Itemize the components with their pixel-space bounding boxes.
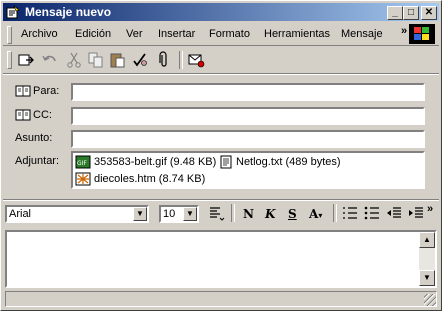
font-name-value: Arial (9, 208, 32, 220)
italic-icon[interactable]: K (265, 207, 275, 221)
menu-bar: Archivo Edición Ver Insertar Formato Her… (3, 23, 439, 46)
scroll-up-button[interactable]: ▲ (419, 232, 435, 248)
format-overflow-chevron[interactable]: » (427, 203, 433, 215)
formatting-toolbar: Arial ▼ 10 ▼ N K S A▾ » (3, 199, 439, 226)
resize-grip[interactable] (424, 294, 436, 306)
toolbar-separator (231, 204, 235, 222)
html-file-icon (75, 172, 91, 186)
font-size-value: 10 (163, 208, 176, 220)
menu-edicion[interactable]: Edición (75, 28, 111, 40)
copy-icon[interactable] (87, 51, 105, 69)
close-button[interactable]: ✕ (421, 6, 437, 20)
gif-file-icon: GIF (75, 155, 91, 169)
address-book-icon[interactable] (15, 109, 31, 121)
paste-icon[interactable] (109, 51, 127, 69)
maximize-button[interactable]: □ (403, 6, 419, 20)
attach-icon[interactable] (155, 51, 173, 69)
sign-icon[interactable] (187, 51, 205, 69)
address-book-icon[interactable] (15, 85, 31, 97)
to-field[interactable] (71, 83, 425, 101)
undo-icon[interactable] (41, 51, 59, 69)
to-label[interactable]: Para: (15, 85, 59, 97)
attachment-item[interactable]: diecoles.htm (8.74 KB) (75, 172, 205, 186)
send-icon[interactable] (17, 51, 35, 69)
menu-overflow-chevron[interactable]: » (401, 25, 407, 37)
paragraph-style-icon[interactable] (207, 204, 225, 222)
menu-mensaje[interactable]: Mensaje (341, 28, 383, 40)
check-names-icon[interactable] (131, 51, 149, 69)
new-mail-icon (6, 5, 20, 19)
increase-indent-icon[interactable] (407, 204, 425, 222)
font-name-select[interactable]: Arial ▼ (5, 205, 149, 223)
mail-window: Mensaje nuevo _ □ ✕ Archivo Edición Ver … (0, 0, 442, 311)
svg-text:GIF: GIF (77, 160, 87, 167)
attachments-box: GIF 353583-belt.gif (9.48 KB) Netlog.txt… (71, 151, 425, 189)
menu-archivo[interactable]: Archivo (21, 28, 58, 40)
text-file-icon (220, 155, 232, 169)
standard-toolbar (3, 47, 439, 74)
menu-grip[interactable] (7, 26, 12, 44)
chevron-down-icon[interactable]: ▼ (183, 207, 197, 221)
status-bar (5, 291, 437, 307)
minimize-button[interactable]: _ (387, 6, 403, 20)
underline-icon[interactable]: S (288, 207, 297, 221)
windows-logo-icon (409, 24, 435, 44)
bold-icon[interactable]: N (243, 207, 254, 221)
attachment-item[interactable]: Netlog.txt (489 bytes) (219, 155, 341, 169)
font-size-select[interactable]: 10 ▼ (159, 205, 199, 223)
font-color-icon[interactable]: A▾ (309, 207, 322, 221)
bullet-list-icon[interactable] (363, 204, 381, 222)
toolbar-grip[interactable] (7, 51, 12, 69)
attachment-item[interactable]: GIF 353583-belt.gif (9.48 KB) (75, 155, 216, 169)
menu-insertar[interactable]: Insertar (158, 28, 195, 40)
subject-field[interactable] (71, 130, 425, 148)
chevron-down-icon[interactable]: ▼ (133, 207, 147, 221)
numbered-list-icon[interactable] (341, 204, 359, 222)
cc-label[interactable]: CC: (15, 109, 52, 121)
attach-label: Adjuntar: (15, 155, 60, 167)
toolbar-separator (179, 51, 183, 69)
decrease-indent-icon[interactable] (385, 204, 403, 222)
subject-label: Asunto: (15, 132, 53, 144)
vertical-scrollbar[interactable]: ▲ ▼ (419, 232, 435, 286)
menu-herramientas[interactable]: Herramientas (264, 28, 330, 40)
message-body[interactable]: ▲ ▼ (5, 230, 437, 288)
menu-ver[interactable]: Ver (126, 28, 143, 40)
cut-icon[interactable] (65, 51, 83, 69)
toolbar-separator (333, 204, 337, 222)
title-bar[interactable]: Mensaje nuevo _ □ ✕ (3, 3, 439, 21)
window-title: Mensaje nuevo (25, 5, 112, 19)
scroll-down-button[interactable]: ▼ (419, 270, 435, 286)
menu-formato[interactable]: Formato (209, 28, 250, 40)
cc-field[interactable] (71, 107, 425, 125)
